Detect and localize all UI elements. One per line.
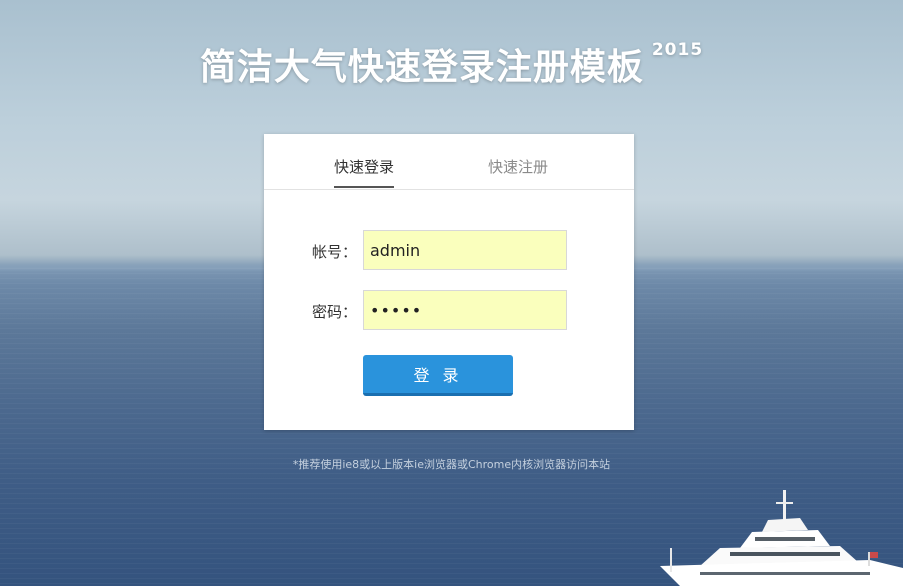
- username-input[interactable]: [363, 230, 567, 270]
- username-label: 帐号：: [312, 243, 358, 261]
- password-label: 密码：: [312, 303, 358, 321]
- page-title: 简洁大气快速登录注册模板 2015: [0, 38, 903, 90]
- password-row: 密码：: [264, 290, 634, 332]
- tab-quick-register[interactable]: 快速注册: [488, 156, 548, 186]
- password-input[interactable]: [363, 290, 567, 330]
- page-background: 简洁大气快速登录注册模板 2015 快速登录 快速注册 帐号： 密码： 登 录 *…: [0, 0, 903, 586]
- page-title-year: 2015: [651, 40, 704, 60]
- yacht-image: [660, 490, 903, 586]
- page-title-text: 简洁大气快速登录注册模板: [199, 47, 644, 88]
- tab-quick-login[interactable]: 快速登录: [334, 156, 395, 188]
- browser-recommendation-note: *推荐使用ie8或以上版本ie浏览器或Chrome内核浏览器访问本站: [292, 458, 611, 471]
- login-card: 快速登录 快速注册 帐号： 密码： 登 录: [264, 134, 634, 430]
- tab-bar: 快速登录 快速注册: [264, 134, 634, 190]
- login-button[interactable]: 登 录: [363, 355, 513, 396]
- username-row: 帐号：: [264, 230, 634, 272]
